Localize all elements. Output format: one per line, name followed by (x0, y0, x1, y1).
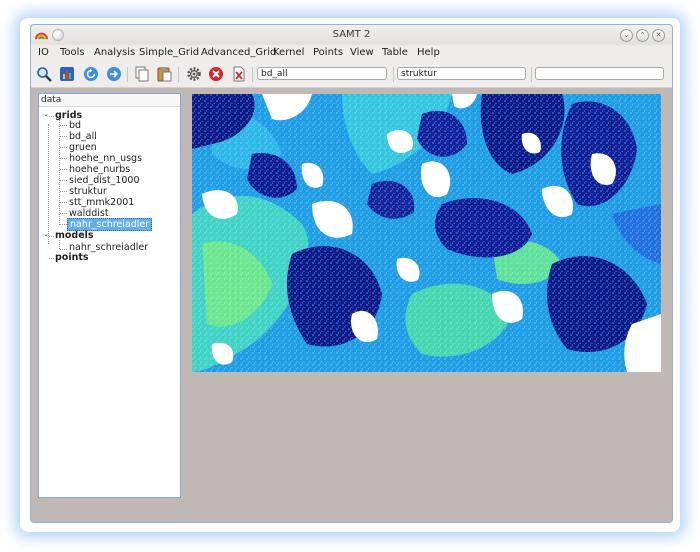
tree-item-sied-dist-1000[interactable]: sied_dist_1000 (69, 175, 140, 186)
paste-icon[interactable] (156, 66, 172, 82)
toolbar-separator (252, 67, 253, 82)
tree-connector (60, 147, 67, 148)
refresh-icon[interactable] (83, 66, 99, 82)
copy-icon[interactable] (134, 66, 150, 82)
workspace: data ⌄ grids bd bd_all gruen hoehe_nn_us… (31, 88, 672, 522)
collapse-grids-icon[interactable]: ⌄ (43, 110, 49, 119)
menu-bar: IO Tools Analysis Simple_Grid Advanced_G… (31, 45, 672, 61)
menu-table[interactable]: Table (382, 47, 408, 58)
tree-item-hoehe-nurbs[interactable]: hoehe_nurbs (69, 164, 130, 175)
grid3-field[interactable] (535, 67, 664, 80)
tree-connector (60, 125, 67, 126)
toolbar-separator (178, 67, 179, 82)
grid2-field[interactable]: struktur (397, 67, 526, 80)
tree-connector (60, 169, 67, 170)
menu-io[interactable]: IO (38, 47, 49, 58)
collapse-models-icon[interactable]: ⌄ (43, 230, 49, 239)
tree-connector (60, 158, 67, 159)
maximize-button[interactable]: ⌃ (636, 29, 649, 42)
menu-kernel[interactable]: Kernel (273, 47, 304, 58)
close-document-icon[interactable] (231, 66, 247, 82)
zoom-icon[interactable] (36, 66, 52, 82)
tree-node-points[interactable]: points (55, 252, 89, 263)
tree-connector (49, 236, 54, 237)
tree-item-hoehe-nn-usgs[interactable]: hoehe_nn_usgs (69, 153, 142, 164)
habitat-raster-map (192, 94, 661, 372)
app-window: SAMT 2 ⌄ ⌃ ✕ IO Tools Analysis Simple_Gr… (30, 24, 673, 523)
tree-node-models[interactable]: models (55, 230, 94, 241)
menu-simple-grid[interactable]: Simple_Grid (139, 47, 199, 58)
tree-item-gruen[interactable]: gruen (69, 142, 97, 153)
menu-tools[interactable]: Tools (60, 47, 85, 58)
minimize-button[interactable]: ⌄ (620, 29, 633, 42)
toolbar: bd_all struktur (31, 61, 672, 88)
menu-view[interactable]: View (350, 47, 374, 58)
chart-icon[interactable] (59, 66, 75, 82)
data-tree-panel: data ⌄ grids bd bd_all gruen hoehe_nn_us… (38, 93, 181, 498)
tree-connector (48, 124, 49, 244)
grid1-field[interactable]: bd_all (257, 67, 387, 80)
tree-item-struktur[interactable]: struktur (69, 186, 107, 197)
grid-map-view[interactable] (192, 94, 661, 372)
tree-connector (60, 202, 67, 203)
tree-connector (49, 258, 54, 259)
tree-item-bd-all[interactable]: bd_all (69, 131, 97, 142)
tree-connector (60, 180, 67, 181)
toolbar-separator (127, 67, 128, 82)
tree-connector (60, 136, 67, 137)
tree-connector (49, 116, 54, 117)
forward-icon[interactable] (106, 66, 122, 82)
toolbar-separator (531, 67, 532, 82)
tree-item-bd[interactable]: bd (69, 120, 81, 131)
toolbar-separator (393, 67, 394, 82)
title-bar: SAMT 2 ⌄ ⌃ ✕ (31, 25, 672, 45)
settings-gear-icon[interactable] (186, 66, 202, 82)
stop-icon[interactable] (208, 66, 224, 82)
window-title: SAMT 2 (332, 29, 371, 40)
menu-advanced-grid[interactable]: Advanced_Grid (201, 47, 276, 58)
tree-item-stt-mmk2001[interactable]: stt_mmk2001 (69, 197, 134, 208)
tree-connector (60, 191, 67, 192)
tree-connector (59, 240, 60, 249)
menu-help[interactable]: Help (417, 47, 440, 58)
tree-connector (60, 213, 67, 214)
close-button[interactable]: ✕ (652, 29, 665, 42)
tree-connector (60, 224, 67, 225)
tree-connector (60, 249, 67, 250)
menu-analysis[interactable]: Analysis (94, 47, 135, 58)
menu-points[interactable]: Points (313, 47, 343, 58)
tree-header: data (39, 94, 180, 107)
